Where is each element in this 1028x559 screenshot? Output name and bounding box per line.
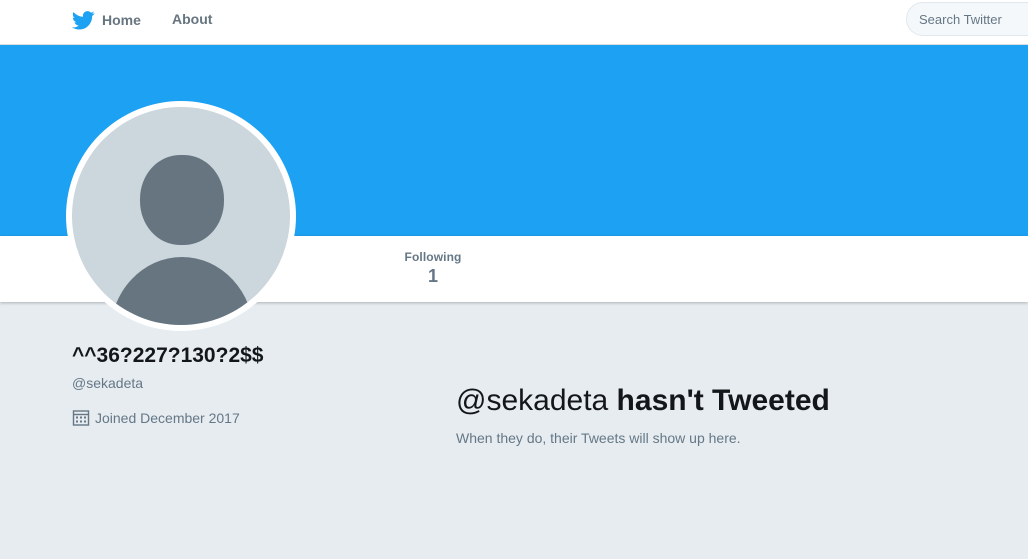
avatar[interactable] <box>66 101 296 331</box>
following-count: 1 <box>427 266 438 286</box>
default-avatar-icon <box>72 107 290 325</box>
search-input[interactable] <box>906 2 1028 36</box>
join-date: Joined December 2017 <box>72 409 240 427</box>
nav-home-link[interactable]: Home <box>72 8 141 32</box>
profile-name: ^^36?227?130?2$$ <box>72 344 264 367</box>
calendar-icon <box>72 410 90 426</box>
nav-home-label: Home <box>102 12 141 28</box>
top-navigation: Home About <box>0 0 1028 45</box>
empty-timeline-subtitle: When they do, their Tweets will show up … <box>456 430 741 446</box>
join-date-label: Joined December 2017 <box>95 410 240 426</box>
twitter-bird-icon <box>72 10 95 30</box>
empty-timeline-title-rest: hasn't Tweeted <box>608 384 830 417</box>
empty-timeline-handle: @sekadeta <box>456 384 609 417</box>
following-stat[interactable]: Following 1 <box>400 250 466 287</box>
following-label: Following <box>404 250 462 264</box>
nav-about-link[interactable]: About <box>172 11 212 27</box>
empty-timeline-title: @sekadeta hasn't Tweeted <box>456 384 830 418</box>
profile-handle[interactable]: @sekadeta <box>72 375 143 391</box>
